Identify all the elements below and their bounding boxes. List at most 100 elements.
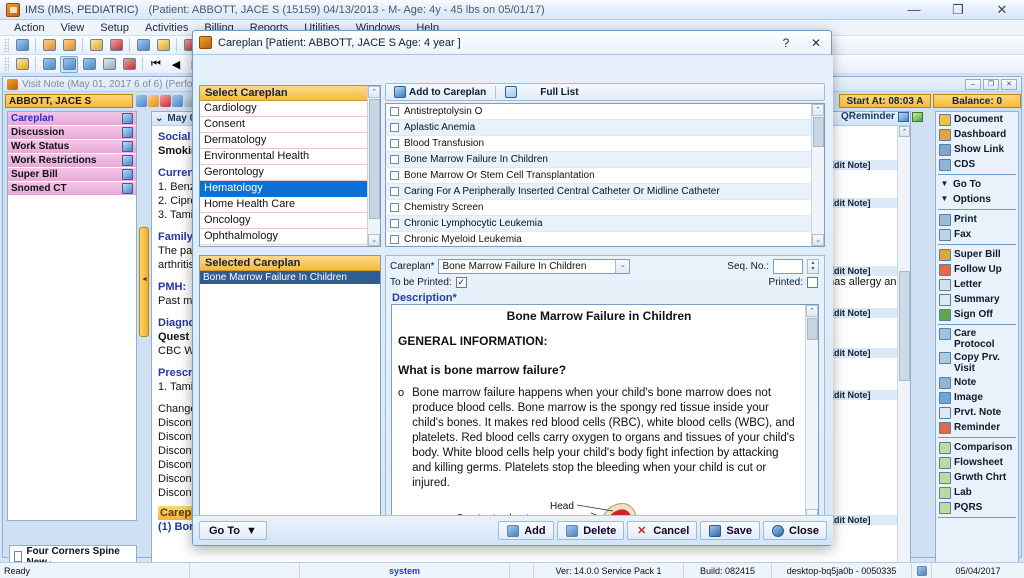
sidebar-action-cds[interactable]: CDS [936,157,1018,172]
visit-note-scrollbar[interactable]: ⌃ ⌄ [897,126,910,578]
checkbox[interactable] [390,171,399,180]
collapse-icon[interactable]: ⌄ [155,113,163,124]
sidebar-item-discussion[interactable]: Discussion [8,126,136,140]
patient-insurance-icon[interactable] [172,95,183,107]
snomed-edit-icon[interactable] [122,183,133,194]
list-item[interactable]: Chronic Myeloid Leukemia [386,232,824,246]
discussion-edit-icon[interactable] [122,127,133,138]
add-to-careplan-button[interactable]: Add to Careplan [388,84,492,100]
super-bill-edit-icon[interactable] [122,169,133,180]
scrollbar-thumb[interactable] [369,99,380,219]
visit-note-minimize-button[interactable]: – [965,78,981,90]
sidebar-action-growth-chart[interactable]: Grwth Chrt [936,470,1018,485]
first-record-icon[interactable]: ⏮ [147,56,165,73]
checkbox[interactable] [390,203,399,212]
sidebar-action-care-protocol[interactable]: Care Protocol [936,327,1018,351]
patient-icon[interactable] [13,37,31,54]
seq-no-input[interactable] [773,258,803,274]
visit-note-maximize-button[interactable]: ❐ [983,78,999,90]
careplan-select[interactable]: Bone Marrow Failure In Children ⌄ [438,258,631,274]
sidebar-item-work-status[interactable]: Work Status [8,140,136,154]
print-icon[interactable] [100,56,118,73]
sidebar-action-flowsheet[interactable]: Flowsheet [936,455,1018,470]
scroll-up-icon[interactable]: ⌃ [812,104,824,116]
alert-icon[interactable] [120,56,138,73]
printed-checkbox[interactable] [807,276,818,288]
add-patient-icon[interactable] [40,37,58,54]
patient-info-icon[interactable] [136,95,147,107]
cancel-button[interactable]: ✕ Cancel [627,521,698,540]
sidebar-action-fax[interactable]: Fax [936,227,1018,242]
menu-activities[interactable]: Activities [137,20,196,36]
list-item[interactable]: Aplastic Anemia [386,120,824,136]
toolbar-grip[interactable] [4,57,9,71]
close-button[interactable]: ✕ [980,0,1024,20]
checkbox[interactable] [390,155,399,164]
list-item[interactable]: Ophthalmology [200,229,367,245]
checkbox[interactable] [390,219,399,228]
sidebar-item-careplan[interactable]: Careplan [8,112,136,126]
sidebar-action-document[interactable]: Document [936,112,1018,127]
sidebar-action-pqrs[interactable]: PQRS [936,500,1018,515]
scroll-down-icon[interactable]: ⌄ [812,234,824,246]
sidebar-action-print[interactable]: Print [936,212,1018,227]
scroll-up-icon[interactable]: ⌃ [899,126,910,137]
menu-setup[interactable]: Setup [92,20,137,36]
sidebar-item-super-bill[interactable]: Super Bill [8,168,136,182]
list-item[interactable]: Chemistry Screen [386,200,824,216]
maximize-button[interactable]: ❐ [936,0,980,20]
careplan-items-scrollbar[interactable]: ⌃ ⌄ [811,104,824,246]
scroll-up-icon[interactable]: ⌃ [806,305,818,317]
patient-alert-icon[interactable] [148,95,159,107]
checkbox[interactable] [390,235,399,244]
work-restrictions-edit-icon[interactable] [122,155,133,166]
list-item[interactable]: Home Health Care [200,197,367,213]
sidebar-item-snomed-ct[interactable]: Snomed CT [8,182,136,196]
scroll-up-icon[interactable]: ⌃ [368,86,380,98]
qreminder-green-icon[interactable] [911,111,923,122]
sidebar-action-show-link[interactable]: Show Link [936,142,1018,157]
sidebar-action-prvt-note[interactable]: Prvt. Note [936,405,1018,420]
checkbox[interactable] [390,107,399,116]
delete-button[interactable]: Delete [557,521,625,540]
list-item[interactable]: Oncology [200,213,367,229]
delete-record-icon[interactable] [80,56,98,73]
prescription-icon[interactable] [134,37,152,54]
selected-careplan-item[interactable]: Bone Marrow Failure In Children [200,271,380,284]
go-to-button[interactable]: Go To ▼ [199,521,267,540]
seq-no-spinner[interactable]: ▴ ▾ [807,258,819,274]
sidebar-action-reminder[interactable]: Reminder [936,420,1018,435]
sidebar-action-note[interactable]: Note [936,375,1018,390]
full-list-button[interactable]: Full List [526,84,592,100]
qreminder-blue-icon[interactable] [897,111,909,122]
menu-view[interactable]: View [53,20,93,36]
list-item[interactable]: Chronic Lymphocytic Leukemia [386,216,824,232]
list-item[interactable]: Antistreptolysin O [386,104,824,120]
write-note-icon[interactable] [107,37,125,54]
previous-record-icon[interactable]: ◀ [167,56,185,73]
sidebar-action-super-bill[interactable]: Super Bill [936,247,1018,262]
menu-action[interactable]: Action [6,20,53,36]
sidebar-action-letter[interactable]: Letter [936,277,1018,292]
save-button[interactable]: Save [700,521,761,540]
careplan-items-list[interactable]: Antistreptolysin O Aplastic Anemia Blood… [385,103,825,247]
toolbar-grip[interactable] [4,38,9,52]
new-record-icon[interactable] [40,56,58,73]
checkbox[interactable] [390,139,399,148]
careplan-edit-icon[interactable] [122,113,133,124]
list-item[interactable]: Environmental Health [200,149,367,165]
sidebar-action-dashboard[interactable]: Dashboard [936,127,1018,142]
description-scrollbar[interactable]: ⌃ ⌄ [805,305,818,521]
description-textbox[interactable]: Bone Marrow Failure in Children GENERAL … [391,304,819,522]
edit-record-icon[interactable] [60,55,78,73]
panel-splitter-handle[interactable] [139,227,149,337]
scroll-down-icon[interactable]: ⌄ [368,234,380,246]
sidebar-action-lab[interactable]: Lab [936,485,1018,500]
open-folder-icon[interactable] [87,37,105,54]
edit-patient-icon[interactable] [60,37,78,54]
sidebar-action-image[interactable]: Image [936,390,1018,405]
checkbox[interactable] [390,187,399,196]
list-item[interactable]: Bone Marrow Or Stem Cell Transplantation [386,168,824,184]
list-item[interactable]: Caring For A Peripherally Inserted Centr… [386,184,824,200]
scrollbar-thumb[interactable] [813,117,824,147]
